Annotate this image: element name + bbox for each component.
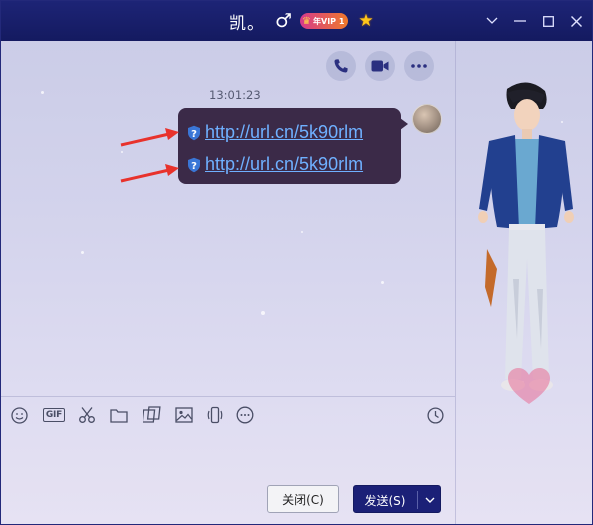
phone-icon[interactable] [326,51,356,81]
message-link[interactable]: http://url.cn/5k90rlm [205,122,363,143]
security-shield-question-icon: ? [188,157,200,172]
vip-badge[interactable]: ♛ 年VIP 1 [300,13,349,29]
send-button[interactable]: 发送(S) [353,485,441,513]
message-link[interactable]: http://url.cn/5k90rlm [205,154,363,175]
background-sparkle [121,151,123,153]
character-illustration [478,82,574,391]
svg-text:?: ? [191,161,197,172]
window-controls [478,1,590,41]
image-gallery-icon[interactable] [142,405,162,425]
vip-badge-label: 年VIP 1 [313,16,345,26]
crown-icon: ♛ [302,15,312,27]
emoji-icon[interactable] [9,405,29,425]
input-divider [1,396,455,397]
history-clock-icon[interactable] [425,405,445,425]
avatar[interactable] [412,104,442,134]
video-call-icon[interactable] [365,51,395,81]
message-bubble[interactable]: ? http://url.cn/5k90rlm ? http://url.cn/… [178,108,408,184]
heart-decoration [508,368,550,404]
title-group: 凯。 ♂ ♛ 年VIP 1 ★ [229,9,374,34]
chevron-down-icon[interactable] [418,486,442,514]
annotation-arrow [120,128,179,147]
image-icon[interactable] [174,405,194,425]
close-button[interactable]: 关闭(C) [267,485,339,513]
more-icon[interactable] [404,51,434,81]
background-sparkle [81,251,84,254]
maximize-icon[interactable] [534,7,562,35]
svg-text:?: ? [191,129,197,140]
folder-icon[interactable] [109,405,129,425]
background-sparkle [381,281,384,284]
send-button-label: 发送(S) [364,494,406,508]
message-link-row: ? http://url.cn/5k90rlm [186,122,363,143]
shake-icon[interactable] [205,405,225,425]
background-sparkle [301,231,303,233]
contact-name[interactable]: 凯。 [229,9,265,34]
message-link-row: ? http://url.cn/5k90rlm [186,154,363,175]
security-shield-question-icon: ? [188,125,200,140]
close-icon[interactable] [562,7,590,35]
background-sparkle [41,91,44,94]
panel-divider [455,41,456,524]
gif-icon[interactable]: GIF [41,405,67,425]
more-icon[interactable] [235,405,255,425]
title-bar: 凯。 ♂ ♛ 年VIP 1 ★ [1,1,592,41]
minimize-icon[interactable] [506,7,534,35]
gif-label: GIF [42,408,66,422]
chat-actions-toolbar [326,51,434,81]
annotation-arrow [120,164,179,183]
male-symbol-icon: ♂ [275,10,293,32]
background-sparkle [261,311,265,315]
star-icon[interactable]: ★ [358,11,373,31]
chat-window: 凯。 ♂ ♛ 年VIP 1 ★ 13:01:23 ? http://url.cn… [0,0,593,525]
message-timestamp: 13:01:23 [209,88,261,102]
chevron-down-icon[interactable] [478,7,506,35]
scissors-icon[interactable] [77,405,97,425]
close-button-label: 关闭(C) [282,492,324,507]
